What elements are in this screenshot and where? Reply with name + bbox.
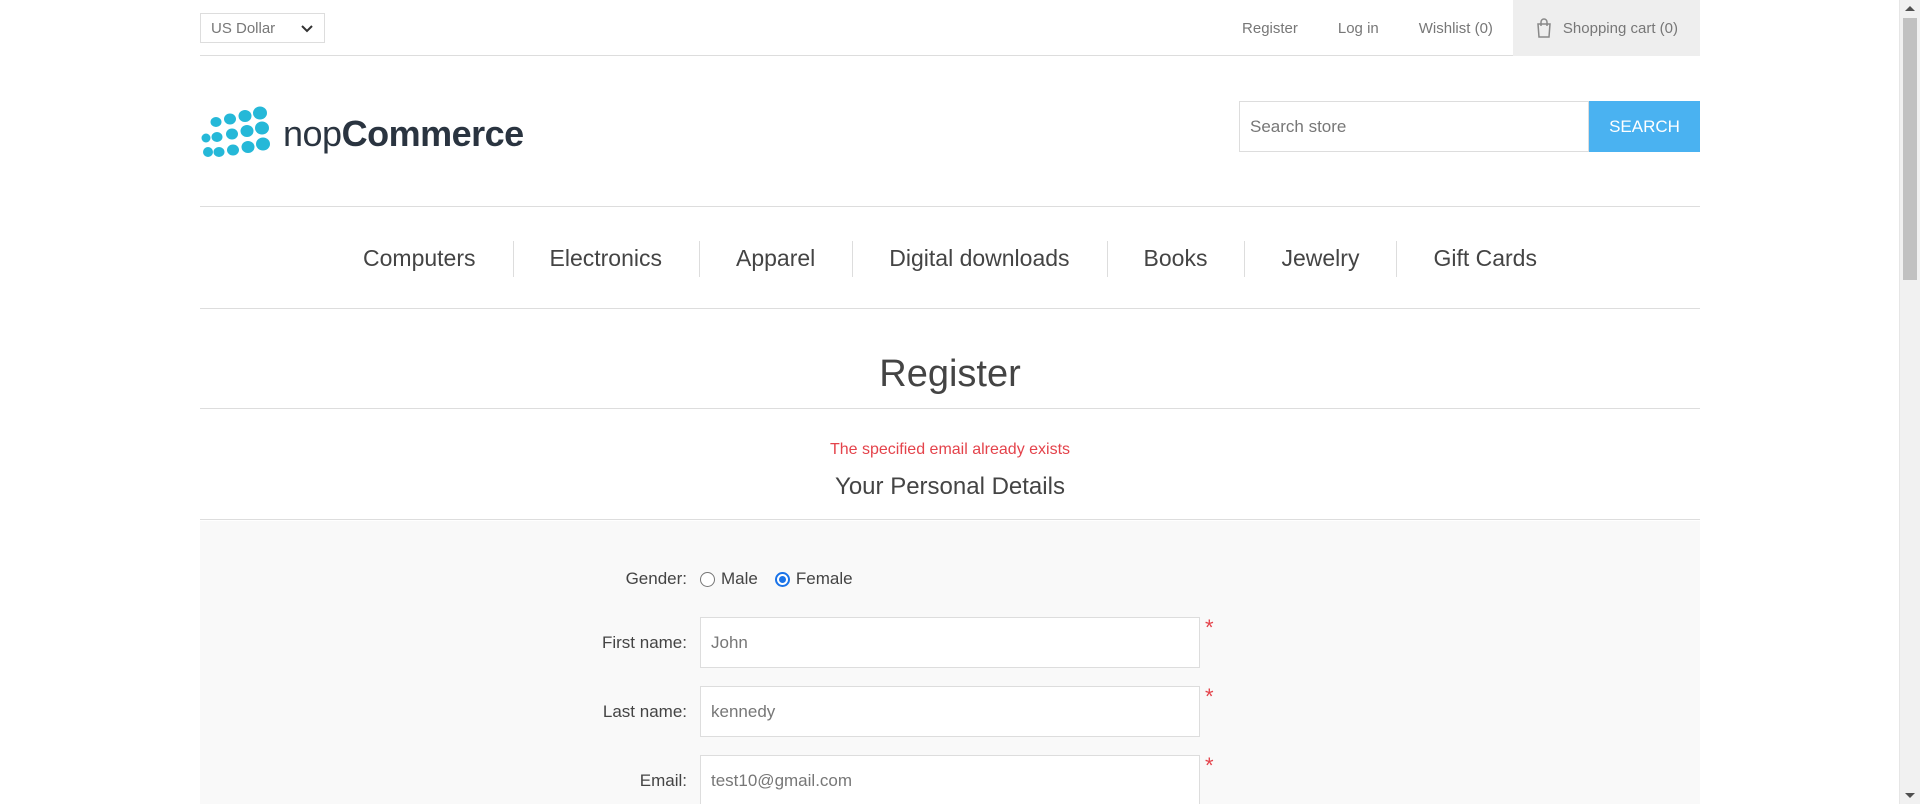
search-button[interactable]: SEARCH [1589,101,1700,152]
page-title-bar: Register [200,340,1700,409]
currency-value: US Dollar [211,19,276,37]
menu-item-apparel[interactable]: Apparel [698,239,852,277]
menu-item-electronics[interactable]: Electronics [512,239,699,277]
page: US Dollar Register Log in Wishlist (0) S… [0,0,1899,804]
personal-details-form: Gender: Male Female First name: John * L… [200,521,1700,804]
logo-prefix: nop [283,113,342,154]
section-title: Your Personal Details [200,469,1700,520]
logo-name: Commerce [341,113,525,154]
email-required-mark: * [1205,753,1214,778]
validation-error: The specified email already exists [829,441,1071,458]
currency-select[interactable]: US Dollar [200,13,325,43]
email-label: Email: [639,771,687,790]
chevron-down-icon [301,25,313,33]
shopping-bag-icon [1537,18,1551,38]
register-link[interactable]: Register [1242,20,1298,37]
shopping-cart-label: Shopping cart (0) [1562,19,1678,37]
gender-label: Gender: [625,569,687,588]
menu-item-computers[interactable]: Computers [326,239,512,277]
gender-options: Male Female [700,569,853,589]
wishlist-link[interactable]: Wishlist (0) [1419,20,1493,37]
first-name-required-mark: * [1205,615,1214,640]
menu-item-books[interactable]: Books [1106,239,1245,277]
email-input[interactable]: test10@gmail.com [700,755,1200,804]
login-link[interactable]: Log in [1338,20,1379,37]
menu-item-gift-cards[interactable]: Gift Cards [1396,239,1574,277]
last-name-required-mark: * [1205,684,1214,709]
page-title: Register [879,353,1021,395]
logo-text: nopCommerce [283,113,524,155]
scroll-down-arrow-icon[interactable] [1905,793,1915,798]
header-links-bar: US Dollar Register Log in Wishlist (0) S… [200,0,1700,56]
top-menu: Computers Electronics Apparel Digital do… [200,208,1700,309]
first-name-input[interactable]: John [700,617,1200,668]
scroll-up-arrow-icon[interactable] [1905,6,1915,11]
last-name-label: Last name: [602,702,687,721]
search-input[interactable] [1239,101,1589,152]
menu-item-digital-downloads[interactable]: Digital downloads [852,239,1106,277]
vertical-scrollbar[interactable] [1899,0,1920,804]
shopping-cart-link[interactable]: Shopping cart (0) [1512,0,1700,56]
header-links: Register Log in Wishlist (0) Shopping ca… [1202,0,1700,56]
logo-dots-icon [201,106,270,157]
menu-item-jewelry[interactable]: Jewelry [1244,239,1396,277]
gender-female-radio[interactable] [774,571,790,587]
search-box: SEARCH [1239,101,1700,152]
last-name-input[interactable]: kennedy [700,686,1200,737]
gender-male-label[interactable]: Male [721,569,758,589]
gender-female-label[interactable]: Female [796,569,853,589]
scrollbar-thumb[interactable] [1903,18,1917,280]
gender-male-radio[interactable] [700,571,715,587]
first-name-label: First name: [601,633,687,652]
header-main: nopCommerce SEARCH [200,57,1700,207]
store-logo[interactable]: nopCommerce [200,105,524,163]
